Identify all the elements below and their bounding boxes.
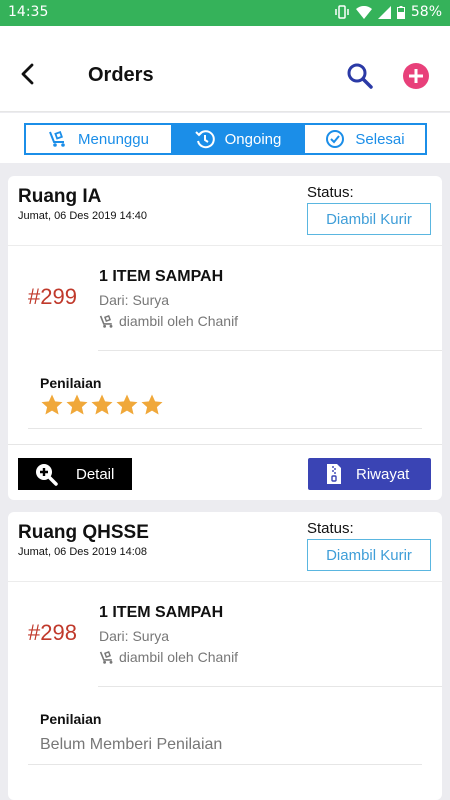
star-icon: [41, 394, 63, 415]
history-label: Riwayat: [356, 465, 410, 483]
order-date: Jumat, 06 Des 2019 14:40: [18, 210, 148, 222]
cart-icon: [49, 130, 65, 147]
rating-empty-text: Belum Memberi Penilaian: [40, 736, 223, 753]
item-title: 1 ITEM SAMPAH: [99, 604, 224, 621]
status-bar: 14:35 58%: [0, 0, 450, 26]
divider: [98, 686, 442, 687]
courier-text: diambil oleh Chanif: [119, 313, 239, 329]
check-circle-icon: [326, 130, 345, 148]
order-card[interactable]: Ruang QHSSE Jumat, 06 Des 2019 14:08 Sta…: [8, 512, 442, 800]
cart-icon: [99, 650, 113, 664]
tab-bar: Menunggu Ongoing Selesai: [0, 113, 450, 163]
history-icon: [194, 130, 215, 149]
star-icon: [116, 394, 138, 415]
status-badge: Diambil Kurir: [307, 539, 431, 571]
vibrate-icon: [335, 5, 349, 19]
app-bar: Orders: [0, 26, 450, 112]
order-number: #298: [28, 620, 77, 645]
tab-ongoing[interactable]: Ongoing: [173, 125, 305, 153]
signal-icon: [377, 5, 391, 19]
tab-label: Menunggu: [78, 130, 149, 148]
wifi-icon: [355, 5, 372, 19]
rating-stars: [40, 393, 164, 417]
battery-icon: [396, 5, 405, 19]
battery-level: 58%: [410, 4, 442, 20]
room-name: Ruang IA: [18, 186, 102, 207]
tab-selesai[interactable]: Selesai: [305, 125, 425, 153]
sender-text: Dari: Surya: [99, 292, 170, 308]
history-button[interactable]: Riwayat: [308, 458, 431, 490]
courier-row: diambil oleh Chanif: [99, 313, 238, 329]
status-label: Status:: [307, 184, 354, 201]
detail-label: Detail: [76, 465, 115, 483]
divider: [28, 428, 422, 429]
cart-icon: [99, 314, 113, 328]
order-date: Jumat, 06 Des 2019 14:08: [18, 546, 148, 558]
star-icon: [66, 394, 88, 415]
star-icon: [91, 394, 113, 415]
order-card[interactable]: Ruang IA Jumat, 06 Des 2019 14:40 Status…: [8, 176, 442, 500]
sender-text: Dari: Surya: [99, 628, 170, 644]
divider: [8, 581, 442, 582]
divider: [28, 764, 422, 765]
page-title: Orders: [88, 64, 154, 86]
back-arrow-icon[interactable]: [16, 62, 40, 86]
status-badge: Diambil Kurir: [307, 203, 431, 235]
tab-menunggu[interactable]: Menunggu: [26, 125, 173, 153]
status-label: Status:: [307, 520, 354, 537]
status-time: 14:35: [8, 4, 49, 20]
tab-label: Selesai: [355, 130, 405, 148]
divider: [8, 444, 442, 445]
search-icon[interactable]: [346, 62, 374, 90]
add-circle-icon[interactable]: [402, 62, 430, 90]
zoom-in-icon: [36, 464, 58, 486]
document-zip-icon: [327, 464, 341, 484]
tab-group: Menunggu Ongoing Selesai: [24, 123, 427, 155]
room-name: Ruang QHSSE: [18, 522, 149, 543]
rating-label: Penilaian: [40, 375, 102, 391]
courier-row: diambil oleh Chanif: [99, 649, 238, 665]
detail-button[interactable]: Detail: [18, 458, 132, 490]
rating-label: Penilaian: [40, 711, 102, 727]
tab-label: Ongoing: [224, 130, 282, 148]
star-icon: [141, 394, 163, 415]
divider: [98, 350, 442, 351]
divider: [8, 245, 442, 246]
courier-text: diambil oleh Chanif: [119, 649, 239, 665]
item-title: 1 ITEM SAMPAH: [99, 268, 224, 285]
order-number: #299: [28, 284, 77, 309]
